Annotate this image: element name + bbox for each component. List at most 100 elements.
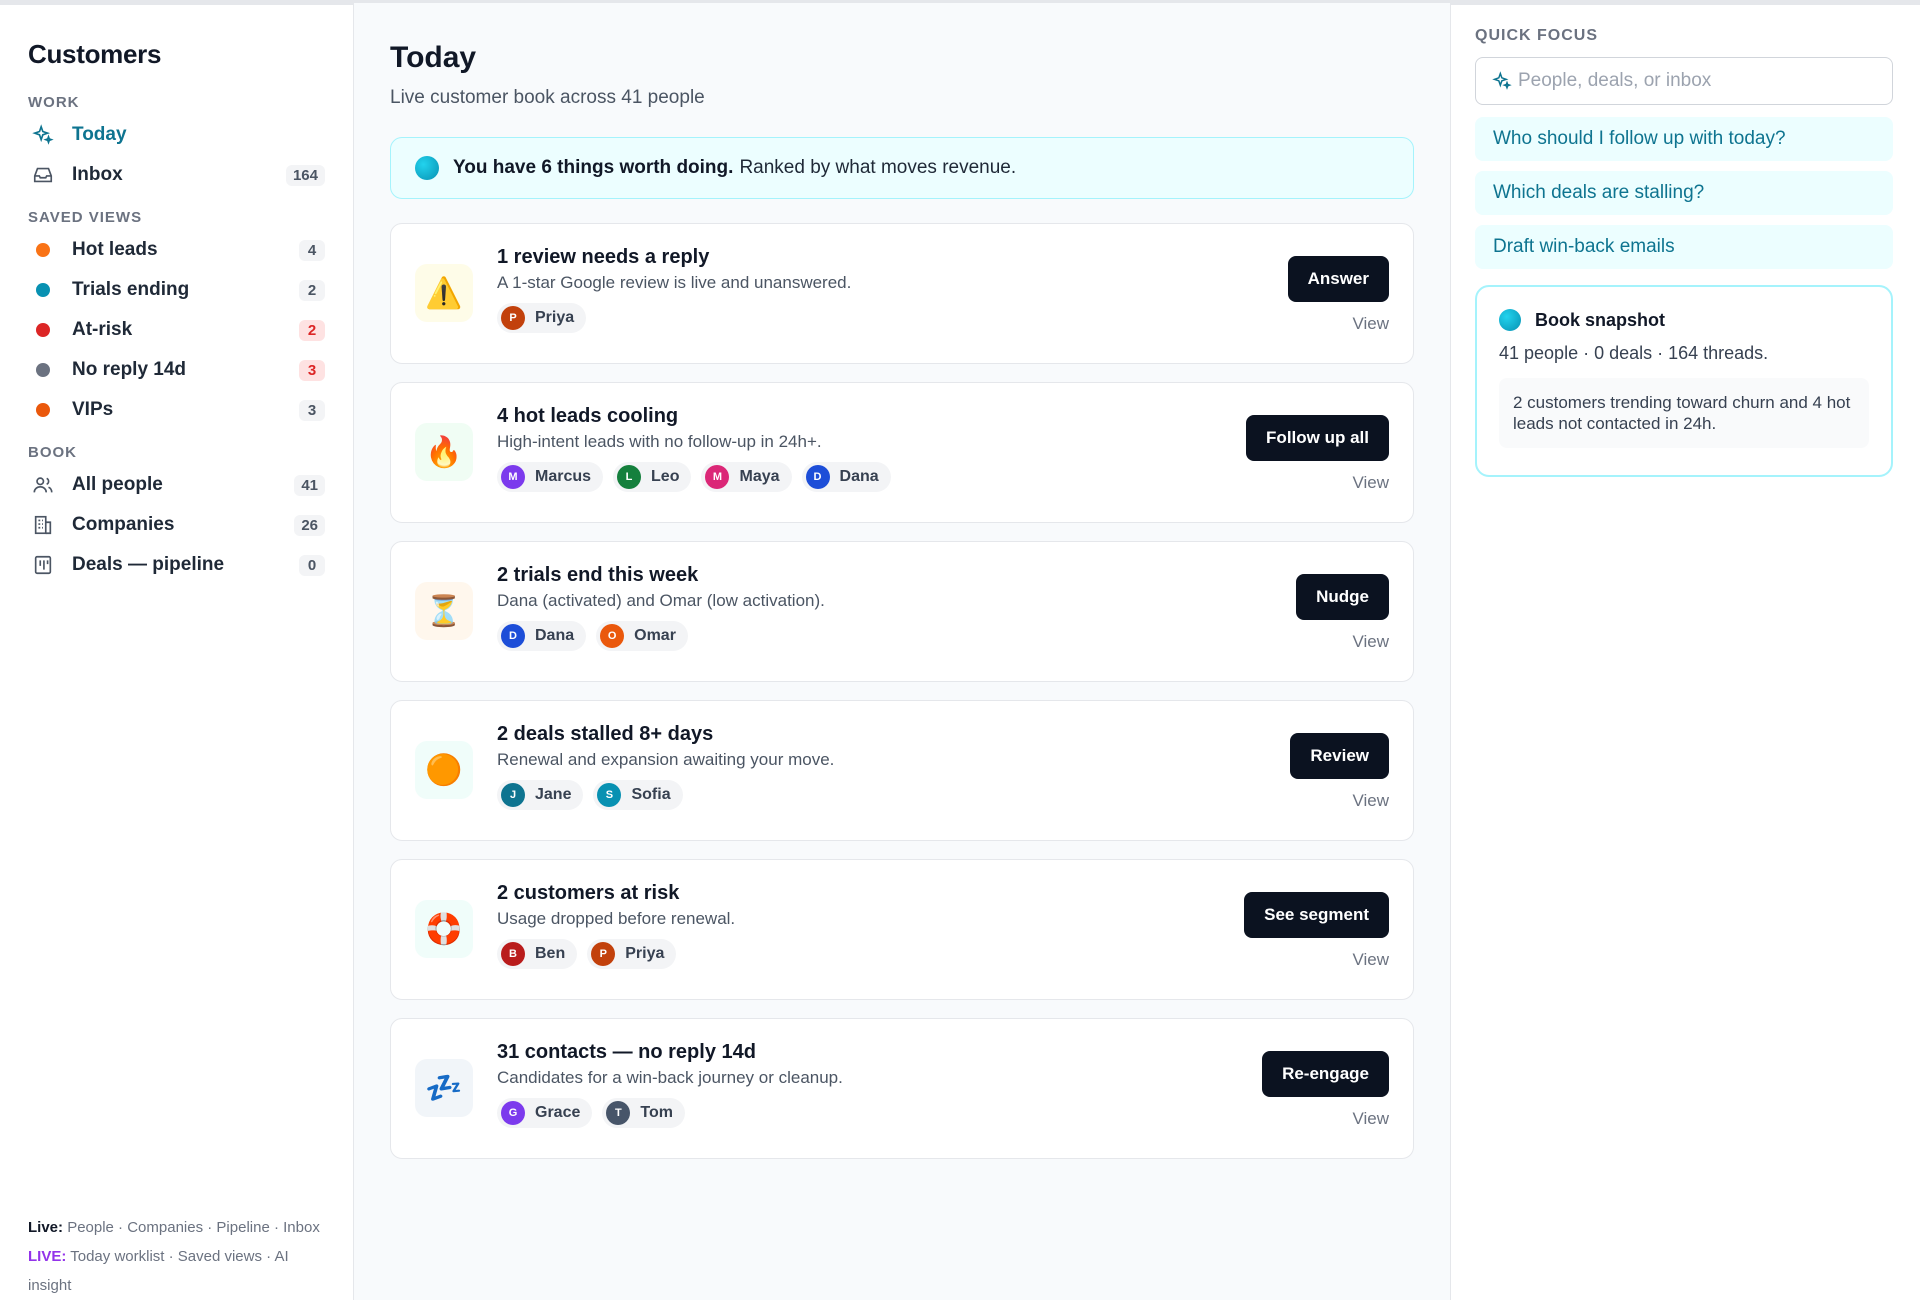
person-name: Leo <box>651 468 680 485</box>
avatar: L <box>617 465 642 489</box>
card-body: 2 trials end this week Dana (activated) a… <box>497 542 1296 681</box>
person-chip[interactable]: L Leo <box>613 462 692 492</box>
count-badge: 2 <box>299 319 325 341</box>
person-chip[interactable]: M Maya <box>701 462 792 492</box>
card-action-button[interactable]: Follow up all <box>1246 415 1389 461</box>
section-label-work: WORK <box>28 94 80 111</box>
count-badge: 2 <box>299 279 325 301</box>
view-link[interactable]: View <box>1352 1109 1389 1129</box>
nav-item-all-people[interactable]: All people 41 <box>28 465 325 505</box>
nav-item-inbox[interactable]: Inbox 164 <box>28 155 325 195</box>
person-chip[interactable]: P Priya <box>587 939 677 969</box>
task-card: 🔥 4 hot leads cooling High-intent leads wi… <box>390 382 1414 523</box>
color-dot-icon <box>36 323 50 337</box>
sidebar-footer: Live: People · Companies · Pipeline · In… <box>28 1213 328 1300</box>
nav-item-saved-view[interactable]: Trials ending 2 <box>28 270 325 310</box>
task-card: 🟠 2 deals stalled 8+ days Renewal and expa… <box>390 700 1414 841</box>
suggestion-win-back[interactable]: Draft win-back emails <box>1475 225 1893 269</box>
nav-item-saved-view[interactable]: At-risk 2 <box>28 310 325 350</box>
nav-label: Inbox <box>72 164 123 185</box>
person-chip[interactable]: J Jane <box>497 780 584 810</box>
card-action-button[interactable]: Answer <box>1287 256 1389 302</box>
count-badge: 3 <box>299 359 325 381</box>
footer-live2-label: LIVE: <box>28 1248 67 1265</box>
fire-icon: 🔥 <box>415 423 473 481</box>
card-body: 4 hot leads cooling High-intent leads wit… <box>497 383 1246 522</box>
person-chip[interactable]: P Priya <box>497 303 587 333</box>
book-snapshot-card: Book snapshot 41 people · 0 deals · 164 … <box>1475 285 1893 477</box>
view-link[interactable]: View <box>1352 314 1389 334</box>
warning-icon: ⚠️ <box>415 264 473 322</box>
person-name: Tom <box>640 1104 673 1121</box>
task-card: 💤 31 contacts — no reply 14d Candidates fo… <box>390 1018 1414 1159</box>
view-link[interactable]: View <box>1352 632 1389 652</box>
card-body: 2 deals stalled 8+ days Renewal and expan… <box>497 701 1290 840</box>
person-chip[interactable]: B Ben <box>497 939 578 969</box>
avatar: J <box>501 783 525 807</box>
people-chips: P Priya <box>497 303 1288 333</box>
card-action-button[interactable]: Review <box>1290 733 1389 779</box>
suggestion-stalling-deals[interactable]: Which deals are stalling? <box>1475 171 1893 215</box>
nav-label: Deals — pipeline <box>72 554 225 575</box>
person-chip[interactable]: T Tom <box>602 1098 685 1128</box>
avatar: M <box>705 465 730 489</box>
main-content: Today Live customer book across 41 peopl… <box>354 0 1450 1300</box>
card-action-button[interactable]: Re-engage <box>1262 1051 1389 1097</box>
card-title: 2 deals stalled 8+ days <box>497 723 714 745</box>
card-action-button[interactable]: Nudge <box>1296 574 1389 620</box>
color-dot-icon <box>36 243 50 257</box>
inbox-icon <box>32 164 54 186</box>
count-badge: 3 <box>299 399 325 421</box>
nav-item-saved-view[interactable]: No reply 14d 3 <box>28 350 325 390</box>
task-card: ⏳ 2 trials end this week Dana (activated) … <box>390 541 1414 682</box>
avatar: D <box>501 624 525 648</box>
nav-label: At-risk <box>72 319 133 340</box>
nav-item-today[interactable]: Today <box>28 115 325 155</box>
people-chips: M Marcus L Leo M Maya D Dana <box>497 462 1246 492</box>
nav-item-companies[interactable]: Companies 26 <box>28 505 325 545</box>
count-badge: 4 <box>299 239 325 261</box>
view-link[interactable]: View <box>1352 950 1389 970</box>
view-link[interactable]: View <box>1352 473 1389 493</box>
avatar: P <box>591 942 616 966</box>
person-chip[interactable]: S Sofia <box>593 780 683 810</box>
footer-live2-text: Today worklist · Saved views · AI insigh… <box>28 1248 289 1294</box>
orange-circle-icon: 🟠 <box>415 741 473 799</box>
person-name: Sofia <box>631 786 671 803</box>
pipeline-icon <box>32 554 54 576</box>
card-description: Dana (activated) and Omar (low activatio… <box>497 591 825 610</box>
nav-item-saved-view[interactable]: Hot leads 4 <box>28 230 325 270</box>
sidebar: Customers WORK Today Inbox 164 SAVED VIE… <box>0 0 354 1300</box>
card-actions: Follow up all View <box>1246 383 1389 522</box>
person-name: Ben <box>535 945 566 962</box>
quick-focus-label: QUICK FOCUS <box>1475 27 1598 44</box>
avatar: P <box>501 306 525 330</box>
task-card-list: ⚠️ 1 review needs a reply A 1-star Google … <box>390 223 1414 1159</box>
card-action-button[interactable]: See segment <box>1244 892 1389 938</box>
search-input[interactable] <box>1518 70 1876 92</box>
person-chip[interactable]: G Grace <box>497 1098 593 1128</box>
card-description: Candidates for a win-back journey or cle… <box>497 1068 843 1087</box>
suggestion-follow-up[interactable]: Who should I follow up with today? <box>1475 117 1893 161</box>
person-chip[interactable]: D Dana <box>801 462 891 492</box>
card-body: 31 contacts — no reply 14d Candidates for… <box>497 1019 1262 1158</box>
app-title: Customers <box>28 39 162 69</box>
person-name: Dana <box>839 468 879 485</box>
nav-label: Today <box>72 124 127 145</box>
search-box[interactable] <box>1475 57 1893 105</box>
person-chip[interactable]: M Marcus <box>497 462 604 492</box>
snapshot-stats: 41 people · 0 deals · 164 threads. <box>1499 343 1769 363</box>
card-title: 1 review needs a reply <box>497 246 710 268</box>
card-description: Renewal and expansion awaiting your move… <box>497 750 835 769</box>
avatar: D <box>805 465 830 489</box>
view-link[interactable]: View <box>1352 791 1389 811</box>
sleep-icon: 💤 <box>415 1059 473 1117</box>
nav-item-deals-pipeline[interactable]: Deals — pipeline 0 <box>28 545 325 585</box>
nav-item-saved-view[interactable]: VIPs 3 <box>28 390 325 430</box>
people-chips: D Dana O Omar <box>497 621 1296 651</box>
color-dot-icon <box>36 403 50 417</box>
person-chip[interactable]: O Omar <box>596 621 688 651</box>
person-chip[interactable]: D Dana <box>497 621 587 651</box>
card-description: Usage dropped before renewal. <box>497 909 736 928</box>
card-description: A 1-star Google review is live and unans… <box>497 273 852 292</box>
